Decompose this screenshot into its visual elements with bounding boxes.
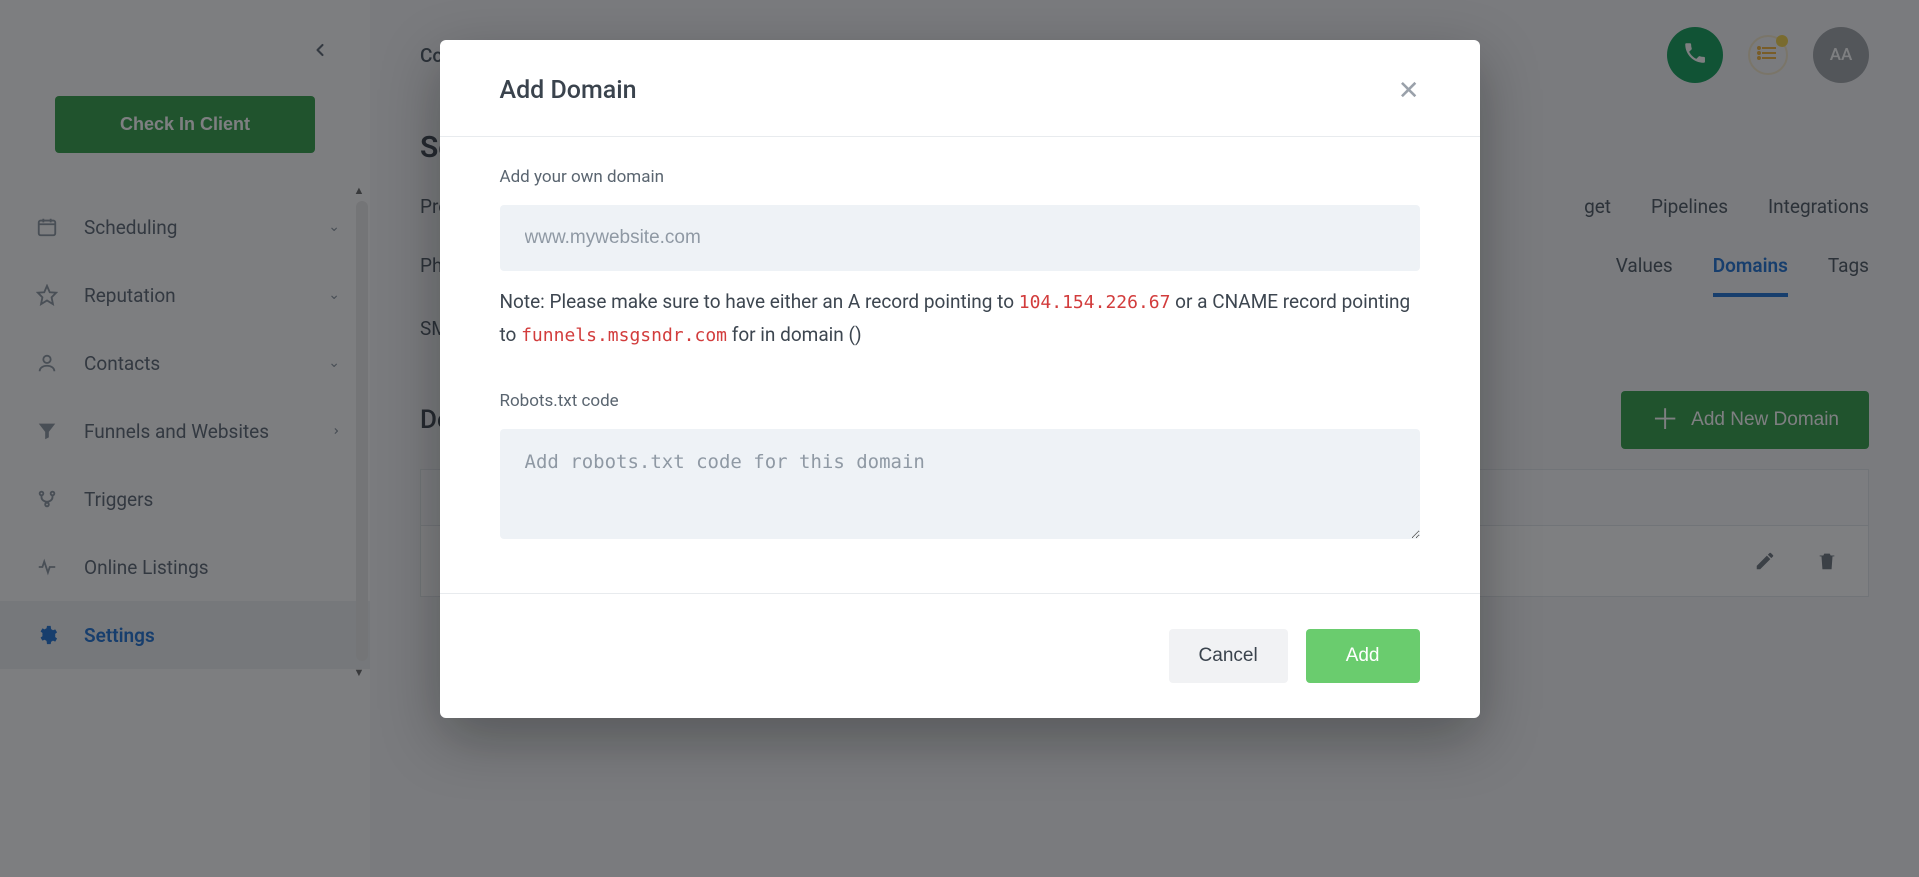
close-icon: ✕ bbox=[1398, 75, 1420, 105]
domain-note: Note: Please make sure to have either an… bbox=[500, 286, 1420, 351]
a-record-ip: 104.154.226.67 bbox=[1019, 292, 1171, 313]
add-button[interactable]: Add bbox=[1306, 629, 1420, 683]
close-modal-button[interactable]: ✕ bbox=[1398, 75, 1420, 106]
domain-input[interactable] bbox=[500, 205, 1420, 271]
cancel-button[interactable]: Cancel bbox=[1169, 629, 1288, 683]
robots-label: Robots.txt code bbox=[500, 391, 1420, 411]
add-domain-modal: Add Domain ✕ Add your own domain Note: P… bbox=[440, 40, 1480, 718]
domain-field-label: Add your own domain bbox=[500, 167, 1420, 187]
modal-overlay: Add Domain ✕ Add your own domain Note: P… bbox=[0, 0, 1919, 877]
robots-textarea[interactable] bbox=[500, 429, 1420, 539]
cname-target: funnels.msgsndr.com bbox=[521, 325, 727, 346]
modal-title: Add Domain bbox=[500, 76, 637, 105]
